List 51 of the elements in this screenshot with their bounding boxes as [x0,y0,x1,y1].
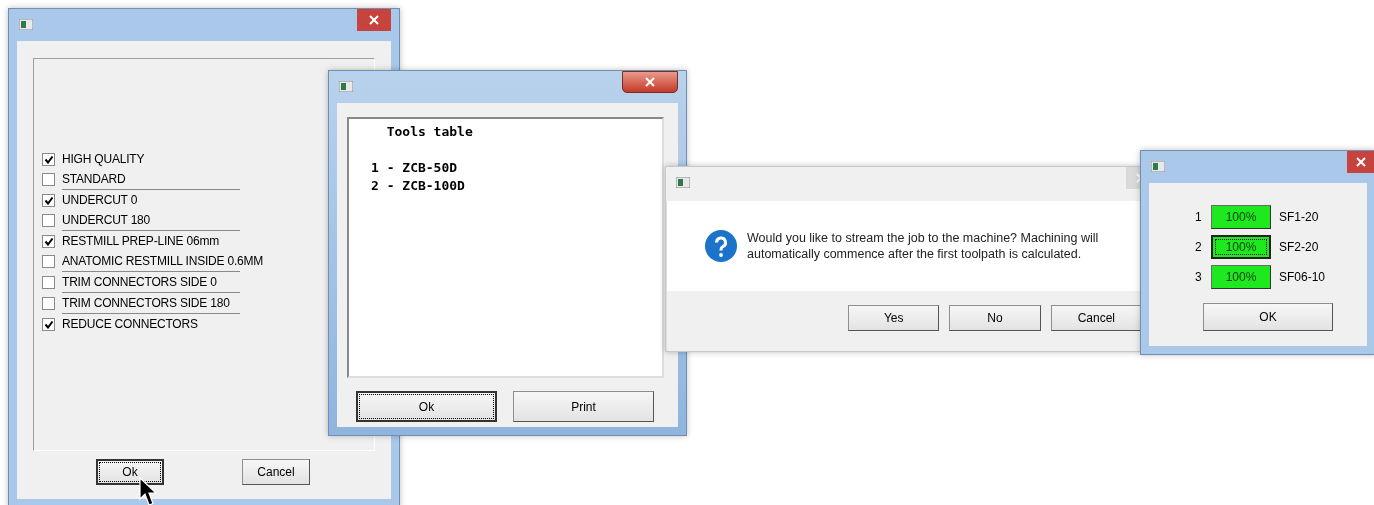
close-button[interactable] [622,71,678,93]
checkbox[interactable] [42,317,55,331]
dialog-button[interactable]: Cancel [1050,305,1142,331]
close-button[interactable] [357,9,391,31]
checkbox[interactable] [42,193,55,207]
question-icon [705,230,737,262]
close-icon [645,77,655,87]
percent-button[interactable]: 100% [1211,265,1271,289]
dialog-button[interactable]: No [949,305,1041,331]
tool-line: 2 - ZCB-100D [371,177,466,195]
tool-name: SF2-20 [1279,239,1319,256]
pointer-icon [139,477,159,505]
checkbox[interactable] [42,234,55,248]
dialog-button[interactable]: Cancel [242,459,310,485]
checkbox-label[interactable]: RESTMILL PREP-LINE 06mm [62,232,219,250]
row-number: 1 [1195,209,1203,226]
app-icon [1151,161,1165,172]
close-icon [1356,157,1366,167]
app-icon [339,81,353,92]
dialog-button[interactable]: Print [513,391,654,422]
table-heading: Tools table [385,123,474,141]
checkbox-label[interactable]: ANATOMIC RESTMILL INSIDE 0.6MM [62,252,264,270]
checkbox-label[interactable]: HIGH QUALITY [62,150,145,168]
checkbox-label[interactable]: UNDERCUT 180 [62,211,151,229]
dialog-button[interactable]: Ok [96,459,164,485]
close-button[interactable] [1347,151,1374,173]
tool-name: SF1-20 [1279,209,1319,226]
row-number: 2 [1195,239,1203,256]
percent-button[interactable]: 100% [1211,235,1271,259]
checkbox[interactable] [42,172,55,186]
dialog-button[interactable]: OK [1203,303,1333,331]
row-number: 3 [1195,269,1203,286]
checkbox-label[interactable]: UNDERCUT 0 [62,191,138,209]
close-icon [369,15,379,25]
dialog-button[interactable]: Ok [356,391,497,422]
checkbox[interactable] [42,275,55,289]
tool-name: SF06-10 [1279,269,1326,286]
checkbox-label[interactable]: STANDARD [62,170,126,188]
app-icon [19,19,33,30]
percent-button[interactable]: 100% [1211,205,1271,229]
checkbox[interactable] [42,213,55,227]
checkbox[interactable] [42,152,55,166]
checkbox-label[interactable]: REDUCE CONNECTORS [62,315,198,333]
checkbox-label[interactable]: TRIM CONNECTORS SIDE 180 [62,294,230,312]
dialog-button[interactable]: Yes [848,305,940,331]
checkbox[interactable] [42,296,55,310]
app-icon [676,177,690,188]
checkbox-label[interactable]: TRIM CONNECTORS SIDE 0 [62,273,217,291]
tool-line: 1 - ZCB-50D [371,159,459,177]
checkbox[interactable] [42,254,55,268]
message-text: Would you like to stream the job to the machine? Machining will automatically commence after the first toolpath is calculated. [747,230,1100,262]
